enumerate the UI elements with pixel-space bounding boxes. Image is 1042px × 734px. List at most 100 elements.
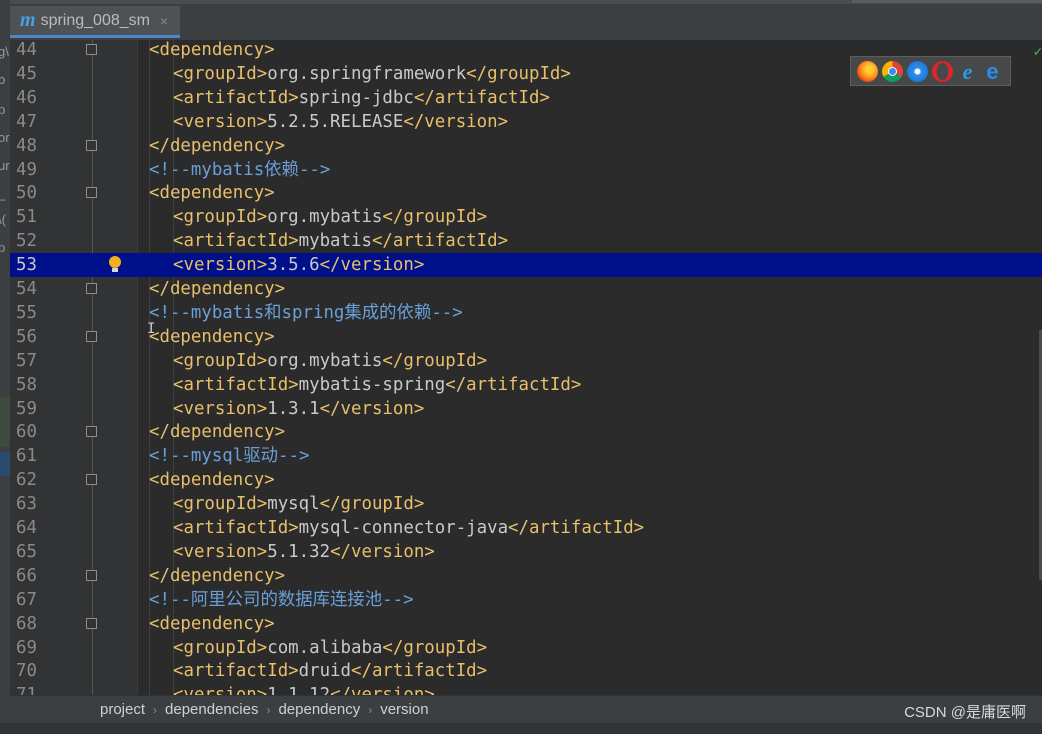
xml-tag: </version> [330, 541, 435, 562]
code-line[interactable]: 59 <version>1.3.1</version> [10, 397, 1042, 421]
fold-close-icon[interactable] [86, 569, 97, 581]
code-line[interactable]: 70 <artifactId>druid</artifactId> [10, 659, 1042, 683]
code-line[interactable]: 67 <!--阿里公司的数据库连接池--> [10, 588, 1042, 612]
line-number: 44 [16, 40, 37, 60]
code-line[interactable]: 63 <groupId>mysql</groupId> [10, 492, 1042, 516]
line-number: 48 [16, 135, 37, 156]
tab-pom-file[interactable]: m spring_008_sm × [10, 6, 180, 38]
line-number: 60 [16, 422, 37, 443]
xml-tag: <dependency> [149, 183, 275, 204]
code-line[interactable]: 71 <version>1.1.12</version> [10, 683, 1042, 695]
xml-tag: </artifactId> [351, 661, 488, 682]
code-line[interactable]: 65 <version>5.1.32</version> [10, 540, 1042, 564]
code-text: <version>5.1.32</version> [173, 540, 435, 564]
breadcrumb-item-dependency[interactable]: dependency [278, 701, 360, 718]
tab-bar-separator [852, 0, 1042, 3]
code-text: <version>5.2.5.RELEASE</version> [173, 110, 508, 134]
code-line[interactable]: 64 <artifactId>mysql-connector-java</arti… [10, 516, 1042, 540]
code-line[interactable]: 55 <!--mybatis和spring集成的依赖--> [10, 301, 1042, 325]
edge-icon[interactable]: e [982, 60, 1003, 82]
code-line[interactable]: 60 </dependency> [10, 420, 1042, 444]
code-line[interactable]: 61 <!--mysql驱动--> [10, 444, 1042, 468]
fold-close-icon[interactable] [86, 283, 97, 294]
left-panel-fragment: ur [0, 158, 10, 173]
code-line[interactable]: 47 <version>5.2.5.RELEASE</version> [10, 110, 1042, 134]
xml-tag: <dependency> [149, 40, 275, 60]
fold-close-icon[interactable] [86, 139, 97, 151]
close-icon[interactable]: × [160, 13, 168, 29]
xml-tag: <artifactId> [173, 231, 299, 252]
code-text: <dependency> [149, 468, 275, 492]
code-line[interactable]: 46 <artifactId>spring-jdbc</artifactId> [10, 86, 1042, 110]
code-line[interactable]: 49 <!--mybatis依赖--> [10, 158, 1042, 182]
xml-tag: </version> [319, 255, 425, 276]
left-panel-fragment: g\ [0, 44, 9, 59]
xml-tag: <artifactId> [173, 518, 299, 538]
code-line[interactable]: 58 <artifactId>mybatis-spring</artifactId… [10, 373, 1042, 397]
xml-text: mysql-connector-java [298, 518, 509, 538]
left-panel-selection [0, 452, 10, 476]
code-line[interactable]: 48 </dependency> [10, 134, 1042, 158]
left-panel-fragment: \( [0, 212, 6, 227]
xml-tag: </dependency> [149, 422, 286, 443]
chrome-icon[interactable] [882, 60, 903, 82]
fold-open-icon[interactable] [86, 617, 97, 629]
code-text: <artifactId>mybatis-spring</artifactId> [173, 373, 581, 397]
xml-text: 1.3.1 [267, 398, 320, 419]
code-line[interactable]: 56 <dependency> [10, 325, 1042, 349]
code-line[interactable]: 54 </dependency> [10, 277, 1042, 301]
inspection-ok-icon[interactable]: ✓ [1034, 44, 1042, 60]
xml-text: mysql [267, 494, 320, 515]
code-text: <groupId>org.mybatis</groupId> [173, 205, 487, 229]
breadcrumb-item-dependencies[interactable]: dependencies [165, 701, 258, 718]
xml-tag: <dependency> [149, 613, 275, 634]
line-number: 49 [16, 159, 37, 180]
xml-tag: </groupId> [466, 63, 571, 84]
maven-m-icon: m [20, 9, 36, 31]
code-text: <version>3.5.6</version> [173, 253, 424, 277]
left-panel-fragment: or [0, 130, 10, 145]
code-line[interactable]: 52 <artifactId>mybatis</artifactId> [10, 229, 1042, 253]
code-editor[interactable]: 44 <dependency> 45 <groupId>org.springframe… [10, 40, 1042, 695]
xml-tag: </dependency> [149, 135, 286, 156]
code-text: <groupId>mysql</groupId> [173, 492, 424, 516]
code-line[interactable]: 66 </dependency> [10, 564, 1042, 588]
ie-icon[interactable]: e [957, 60, 978, 82]
breadcrumb-item-version[interactable]: version [380, 701, 428, 718]
code-text: <dependency> [149, 181, 275, 205]
firefox-icon[interactable] [857, 60, 878, 82]
xml-tag: <artifactId> [173, 374, 299, 395]
xml-tag: <artifactId> [173, 87, 299, 108]
fold-open-icon[interactable] [86, 330, 97, 342]
xml-tag: </version> [319, 398, 425, 419]
left-panel-fragment: p [0, 240, 6, 255]
xml-text: mybatis [298, 231, 372, 252]
fold-close-icon[interactable] [86, 426, 97, 438]
code-line[interactable]: 62 <dependency> [10, 468, 1042, 492]
left-panel-fragment: p [0, 102, 6, 117]
fold-open-icon[interactable] [86, 44, 97, 55]
code-line[interactable]: 51 <groupId>org.mybatis</groupId> [10, 205, 1042, 229]
breadcrumb-item-project[interactable]: project [100, 701, 145, 718]
left-panel-fragment: b [0, 72, 6, 87]
chevron-right-icon: › [368, 702, 373, 717]
code-line-current[interactable]: 53 <version>3.5.6</version> [10, 253, 1042, 278]
line-number: 50 [16, 183, 37, 204]
code-line[interactable]: 69 <groupId>com.alibaba</groupId> [10, 636, 1042, 660]
lightbulb-icon[interactable] [109, 256, 121, 273]
code-line[interactable]: 68 <dependency> [10, 612, 1042, 636]
line-number: 45 [16, 63, 37, 84]
xml-tag: </groupId> [382, 207, 488, 228]
code-line[interactable]: 50 <dependency> [10, 181, 1042, 205]
xml-tag: <dependency> [149, 326, 275, 347]
opera-icon[interactable] [932, 60, 953, 82]
xml-tag: <groupId> [173, 494, 268, 515]
xml-comment: <!--mybatis和spring集成的依赖--> [149, 302, 463, 323]
fold-open-icon[interactable] [86, 187, 97, 199]
xml-text: com.alibaba [267, 637, 383, 658]
fold-open-icon[interactable] [86, 474, 97, 486]
code-text: <artifactId>druid</artifactId> [173, 659, 487, 683]
xml-tag: </dependency> [149, 279, 286, 299]
safari-icon[interactable] [907, 60, 928, 82]
code-line[interactable]: 57 <groupId>org.mybatis</groupId> [10, 349, 1042, 373]
